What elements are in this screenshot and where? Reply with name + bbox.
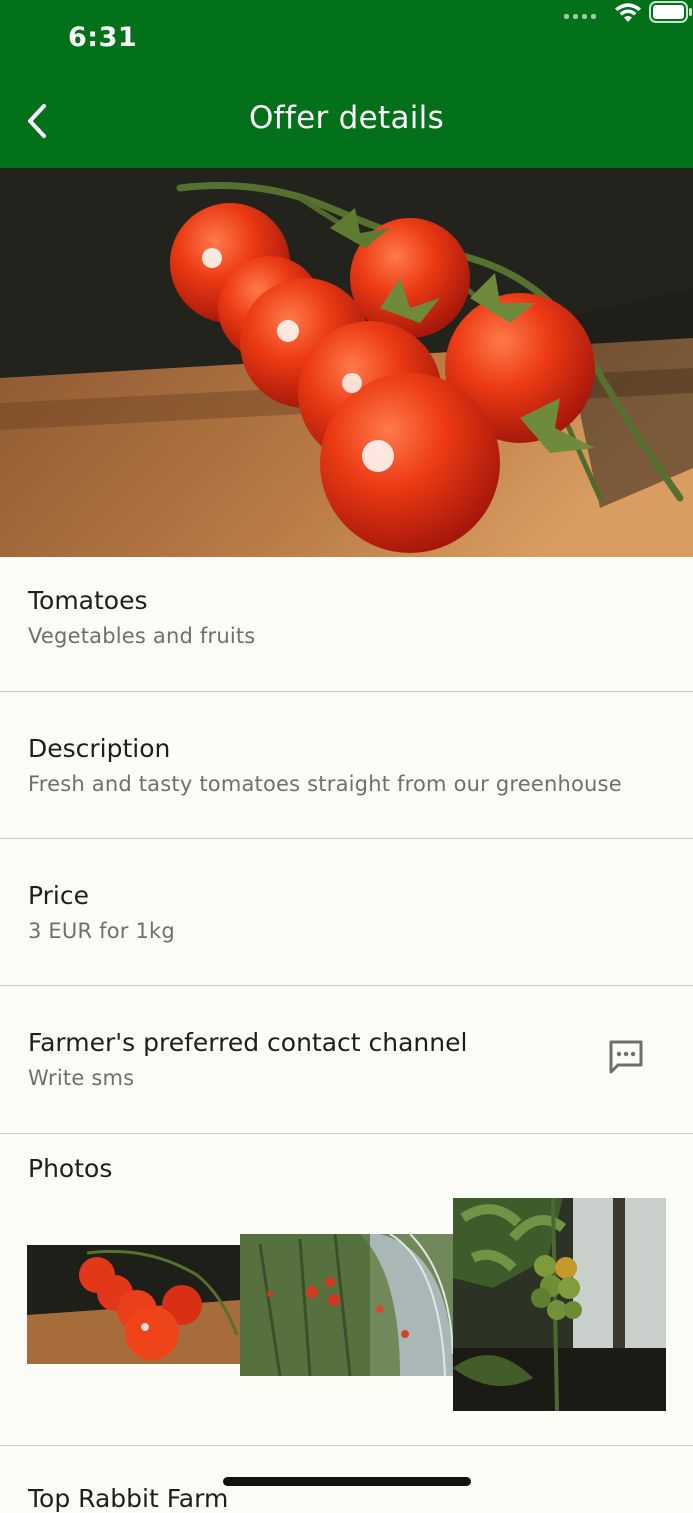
price-value: 3 EUR for 1kg	[28, 919, 175, 943]
price-label: Price	[28, 881, 89, 910]
wifi-icon	[615, 3, 641, 22]
offer-name-row: Tomatoes Vegetables and fruits	[0, 557, 693, 692]
status-time: 6:31	[68, 22, 138, 53]
contact-value: Write sms	[28, 1066, 135, 1090]
cellular-signal-icon	[564, 14, 598, 20]
app-bar: 6:31 Offer details	[0, 0, 693, 168]
description-row: Description Fresh and tasty tomatoes str…	[0, 692, 693, 839]
photos-row: Photos	[0, 1134, 693, 1446]
tomato-vine-photo[interactable]	[27, 1245, 240, 1364]
contact-row[interactable]: Farmer's preferred contact channel Write…	[0, 986, 693, 1134]
offer-name: Tomatoes	[28, 586, 148, 615]
page-title: Offer details	[248, 100, 445, 136]
greenhouse-tomatoes-photo[interactable]	[240, 1234, 453, 1376]
offer-category: Vegetables and fruits	[28, 624, 256, 648]
green-tomatoes-photo[interactable]	[453, 1198, 666, 1411]
price-row: Price 3 EUR for 1kg	[0, 839, 693, 986]
battery-icon	[649, 1, 692, 23]
contact-label: Farmer's preferred contact channel	[28, 1028, 468, 1057]
sms-icon[interactable]	[607, 1038, 645, 1076]
photos-label: Photos	[28, 1154, 113, 1183]
description-text: Fresh and tasty tomatoes straight from o…	[28, 772, 622, 796]
home-indicator	[223, 1477, 471, 1486]
description-label: Description	[28, 734, 171, 763]
farm-name: Top Rabbit Farm	[28, 1484, 229, 1513]
offer-hero-image	[0, 168, 693, 557]
